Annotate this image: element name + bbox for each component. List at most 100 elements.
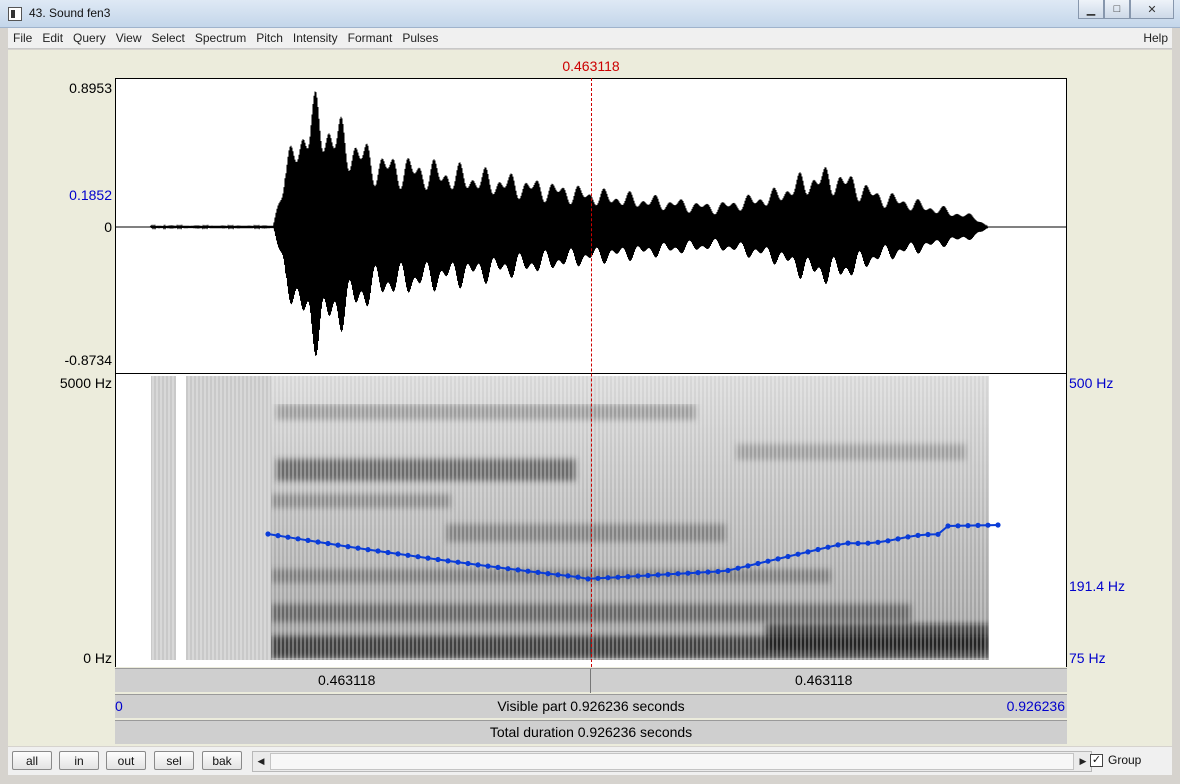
scroll-thumb[interactable] — [270, 753, 1074, 770]
pitch-point — [835, 542, 841, 548]
group-checkbox[interactable]: ✓ — [1090, 753, 1103, 767]
pitch-point — [745, 563, 751, 569]
title-bar: 43. Sound fen3 ▁ □ ✕ — [0, 0, 1180, 28]
pitch-point — [965, 523, 971, 529]
pitch-point — [295, 536, 301, 542]
pitch-point — [975, 522, 981, 528]
pitch-point — [595, 575, 601, 581]
glottal-striations — [151, 376, 989, 660]
menu-pulses[interactable]: Pulses — [397, 28, 443, 48]
time-bar-total[interactable]: Total duration 0.926236 seconds — [115, 720, 1067, 744]
zoom-out-button[interactable]: out — [106, 751, 146, 770]
total-duration-label: Total duration 0.926236 seconds — [489, 724, 693, 740]
pitch-point — [675, 571, 681, 577]
pitch-point — [865, 540, 871, 546]
menu-bar: File Edit Query View Select Spectrum Pit… — [8, 28, 1172, 49]
pitch-point — [655, 572, 661, 578]
pitch-point — [365, 547, 371, 553]
pitch-point — [785, 553, 791, 560]
zoom-all-button[interactable]: all — [12, 751, 52, 770]
wave-min-label: -0.8734 — [64, 352, 112, 368]
pitch-point — [735, 565, 741, 571]
pitch-point — [275, 533, 281, 539]
pitch-point — [415, 554, 421, 560]
pitch-point — [395, 551, 401, 557]
pitch-point — [695, 570, 701, 576]
visible-part-label: Visible part 0.926236 seconds — [497, 698, 685, 714]
close-button[interactable]: ✕ — [1130, 0, 1174, 19]
menu-help[interactable]: Help — [1138, 28, 1172, 48]
group-toggle[interactable]: ✓ Group — [1090, 753, 1141, 767]
pitch-point — [515, 567, 521, 573]
pitch-point — [825, 544, 831, 550]
pitch-point — [905, 534, 911, 540]
menu-edit[interactable]: Edit — [37, 28, 68, 48]
pitch-point — [765, 558, 771, 564]
menu-formant[interactable]: Formant — [343, 28, 398, 48]
pitch-point — [705, 569, 711, 575]
pitch-value-label: 191.4 Hz — [1069, 578, 1126, 594]
pitch-point — [375, 548, 381, 554]
pitch-point — [565, 573, 571, 579]
menu-intensity[interactable]: Intensity — [288, 28, 343, 48]
pitch-point — [855, 540, 861, 546]
pitch-point — [485, 563, 491, 569]
pitch-point — [895, 536, 901, 542]
zoom-sel-button[interactable]: sel — [154, 751, 194, 770]
zoom-back-button[interactable]: bak — [202, 751, 242, 770]
menu-pitch[interactable]: Pitch — [251, 28, 288, 48]
pitch-point — [755, 560, 761, 567]
pitch-point — [875, 539, 881, 545]
maximize-button[interactable]: □ — [1104, 0, 1130, 19]
scroll-right-arrow-icon[interactable]: ▶ — [1075, 752, 1091, 771]
pitch-point — [925, 531, 931, 538]
pitch-point — [445, 558, 451, 564]
pitch-point — [775, 556, 781, 562]
pitch-point — [505, 566, 511, 572]
pitch-point — [335, 542, 341, 548]
pitch-point — [455, 559, 461, 565]
time-bar-visible[interactable]: 0 Visible part 0.926236 seconds 0.926236 — [115, 694, 1067, 718]
pitch-point — [325, 540, 331, 547]
pitch-point — [585, 576, 591, 582]
pitch-point — [535, 569, 541, 575]
menu-query[interactable]: Query — [68, 28, 111, 48]
pitch-top-label: 500 Hz — [1069, 375, 1114, 391]
cursor-time-label: 0.463118 — [562, 58, 620, 74]
pitch-point — [845, 540, 851, 546]
wave-max-label: 0.8953 — [69, 80, 112, 96]
pitch-point — [315, 539, 321, 545]
pitch-point — [625, 574, 631, 580]
cursor-divider — [590, 669, 591, 693]
pitch-point — [605, 575, 611, 581]
zoom-in-button[interactable]: in — [59, 751, 99, 770]
time-scrollbar[interactable]: ◀ ▶ — [252, 751, 1092, 772]
menu-view[interactable]: View — [111, 28, 147, 48]
scroll-left-arrow-icon[interactable]: ◀ — [253, 752, 269, 771]
pitch-point — [575, 574, 581, 580]
pitch-point — [995, 522, 1001, 528]
pitch-point — [355, 545, 361, 551]
menu-select[interactable]: Select — [147, 28, 190, 48]
pitch-point — [435, 556, 441, 563]
spec-top-freq-label: 5000 Hz — [59, 375, 112, 391]
pitch-point — [725, 567, 731, 574]
pitch-point — [545, 571, 551, 577]
menu-spectrum[interactable]: Spectrum — [190, 28, 251, 48]
menu-file[interactable]: File — [8, 28, 37, 48]
pitch-bottom-label: 75 Hz — [1069, 650, 1106, 666]
bottom-toolbar: all in out sel bak ◀ ▶ ✓ Group — [8, 747, 1172, 775]
pitch-point — [885, 538, 891, 544]
cursor-line — [591, 78, 592, 667]
pitch-point — [495, 564, 501, 570]
pitch-point — [475, 562, 481, 568]
pitch-point — [635, 573, 641, 579]
minimize-button[interactable]: ▁ — [1078, 0, 1104, 19]
pitch-point — [815, 546, 821, 553]
time-bar-cursor[interactable]: 0.463118 0.463118 — [115, 668, 1067, 693]
pitch-point — [285, 534, 291, 540]
pitch-point — [805, 549, 811, 555]
pitch-point — [935, 531, 941, 537]
left-segment-duration: 0.463118 — [318, 672, 376, 688]
pitch-point — [915, 532, 921, 538]
